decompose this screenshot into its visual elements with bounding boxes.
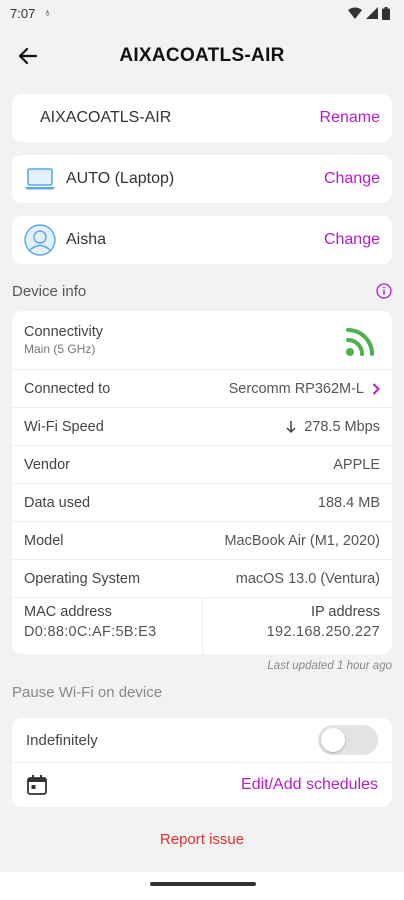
change-type-button[interactable]: Change (324, 170, 380, 188)
laptop-icon (25, 168, 55, 190)
connected-to-row[interactable]: Connected to Sercomm RP362M-L (12, 370, 392, 408)
os-label: Operating System (24, 570, 141, 587)
model-label: Model (24, 532, 64, 549)
chevron-right-icon (372, 382, 380, 395)
vendor-label: Vendor (24, 456, 70, 473)
model-row: Model MacBook Air (M1, 2020) (12, 522, 392, 560)
pause-indefinitely-toggle[interactable] (318, 725, 378, 755)
app-bar: AIXACOATLS-AIR (0, 26, 404, 86)
page-title: AIXACOATLS-AIR (119, 45, 285, 66)
report-issue-button[interactable]: Report issue (0, 831, 404, 848)
model-value: MacBook Air (M1, 2020) (224, 532, 380, 549)
data-used-row: Data used 188.4 MB (12, 484, 392, 522)
schedules-row: Edit/Add schedules (12, 763, 392, 807)
data-used-value: 188.4 MB (317, 494, 380, 511)
os-row: Operating System macOS 13.0 (Ventura) (12, 560, 392, 598)
device-info-title: Device info (12, 282, 87, 300)
ip-address-label: IP address (310, 604, 380, 620)
vendor-row: Vendor APPLE (12, 446, 392, 484)
arrow-left-icon (18, 47, 38, 65)
data-used-label: Data used (24, 494, 91, 511)
change-owner-button[interactable]: Change (324, 231, 380, 249)
ip-address-value: 192.168.250.227 (266, 624, 380, 640)
device-info-header: Device info (0, 277, 404, 305)
back-button[interactable] (14, 42, 42, 70)
vendor-value: APPLE (333, 456, 380, 473)
battery-icon (382, 6, 390, 20)
connected-to-label: Connected to (24, 380, 111, 397)
notification-icon: ♁ (43, 7, 52, 19)
os-value: macOS 13.0 (Ventura) (235, 570, 380, 587)
wifi-signal-icon (346, 328, 374, 356)
pause-wifi-title: Pause Wi-Fi on device (12, 684, 163, 701)
wifi-speed-label: Wi-Fi Speed (24, 418, 104, 435)
home-bar[interactable] (150, 882, 256, 886)
status-bar: 7:07 ♁ (0, 0, 404, 26)
mac-address-value: D0:88:0C:AF:5B:E3 (24, 624, 157, 640)
connectivity-row: Connectivity Main (5 GHz) (12, 311, 392, 370)
device-name-card: AIXACOATLS-AIR Rename (12, 94, 392, 142)
indefinitely-row: Indefinitely (12, 718, 392, 763)
wifi-speed-value: 278.5 Mbps (304, 418, 380, 435)
cell-signal-icon (366, 7, 378, 19)
edit-schedules-button[interactable]: Edit/Add schedules (241, 776, 378, 794)
mac-address-label: MAC address (24, 604, 112, 620)
rename-button[interactable]: Rename (320, 109, 380, 127)
device-type-label: AUTO (Laptop) (66, 170, 175, 187)
wifi-speed-row: Wi-Fi Speed 278.5 Mbps (12, 408, 392, 446)
owner-name: Aisha (66, 231, 107, 248)
mac-address-cell: MAC address D0:88:0C:AF:5B:E3 (12, 598, 202, 654)
calendar-icon[interactable] (26, 774, 48, 796)
ip-address-cell: IP address 192.168.250.227 (201, 598, 393, 654)
device-name: AIXACOATLS-AIR (40, 109, 172, 126)
device-type-card: AUTO (Laptop) Change (12, 155, 392, 203)
connectivity-label: Connectivity (24, 324, 103, 340)
info-icon[interactable] (376, 283, 392, 299)
status-time: 7:07 (10, 5, 36, 21)
device-owner-card: Aisha Change (12, 216, 392, 264)
wifi-status-icon (348, 7, 362, 19)
indefinitely-label: Indefinitely (26, 731, 98, 749)
device-info-card: Connectivity Main (5 GHz) Connected to S… (12, 311, 392, 654)
pause-wifi-card: Indefinitely Edit/Add schedules (12, 718, 392, 807)
arrow-down-icon (286, 420, 296, 433)
connectivity-band: Main (5 GHz) (24, 342, 96, 356)
last-updated-text: Last updated 1 hour ago (267, 660, 392, 672)
address-row: MAC address D0:88:0C:AF:5B:E3 IP address… (12, 598, 392, 654)
connected-to-value: Sercomm RP362M-L (228, 380, 364, 397)
toggle-knob (321, 728, 345, 752)
home-indicator (0, 872, 404, 900)
avatar-icon (24, 224, 56, 256)
